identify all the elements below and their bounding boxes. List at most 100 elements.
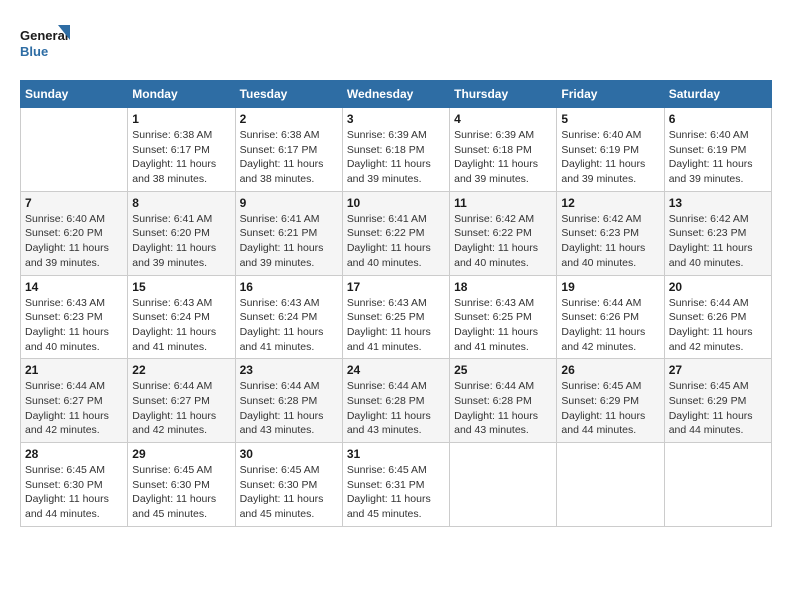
calendar-cell: 11Sunrise: 6:42 AMSunset: 6:22 PMDayligh… — [450, 191, 557, 275]
weekday-header-wednesday: Wednesday — [342, 81, 449, 108]
calendar-cell — [21, 108, 128, 192]
day-info: Sunrise: 6:41 AMSunset: 6:20 PMDaylight:… — [132, 212, 230, 271]
day-info: Sunrise: 6:45 AMSunset: 6:30 PMDaylight:… — [25, 463, 123, 522]
day-info: Sunrise: 6:45 AMSunset: 6:29 PMDaylight:… — [561, 379, 659, 438]
day-info: Sunrise: 6:41 AMSunset: 6:21 PMDaylight:… — [240, 212, 338, 271]
day-info: Sunrise: 6:43 AMSunset: 6:24 PMDaylight:… — [132, 296, 230, 355]
day-number: 21 — [25, 363, 123, 377]
day-number: 8 — [132, 196, 230, 210]
calendar-cell: 10 Sunrise: 6:41 AMSunset: 6:22 PMDayligh… — [342, 191, 449, 275]
day-info: Sunrise: 6:43 AMSunset: 6:25 PMDaylight:… — [347, 296, 445, 355]
calendar-week-0: 1 Sunrise: 6:38 AMSunset: 6:17 PMDaylight… — [21, 108, 772, 192]
day-number: 28 — [25, 447, 123, 461]
day-info: Sunrise: 6:41 AMSunset: 6:22 PMDaylight:… — [347, 212, 445, 271]
day-info: Sunrise: 6:44 AMSunset: 6:28 PMDaylight:… — [454, 379, 552, 438]
calendar-body: 1 Sunrise: 6:38 AMSunset: 6:17 PMDaylight… — [21, 108, 772, 527]
day-info: Sunrise: 6:42 AMSunset: 6:23 PMDaylight:… — [669, 212, 767, 271]
day-info: Sunrise: 6:44 AMSunset: 6:26 PMDaylight:… — [669, 296, 767, 355]
day-number: 18 — [454, 280, 552, 294]
day-number: 15 — [132, 280, 230, 294]
logo: GeneralBlue — [20, 20, 70, 70]
svg-text:General: General — [20, 28, 68, 43]
day-number: 14 — [25, 280, 123, 294]
day-info: Sunrise: 6:45 AMSunset: 6:30 PMDaylight:… — [240, 463, 338, 522]
calendar-cell: 8 Sunrise: 6:41 AMSunset: 6:20 PMDaylight… — [128, 191, 235, 275]
day-number: 26 — [561, 363, 659, 377]
calendar-cell: 4 Sunrise: 6:39 AMSunset: 6:18 PMDaylight… — [450, 108, 557, 192]
calendar-cell: 15 Sunrise: 6:43 AMSunset: 6:24 PMDayligh… — [128, 275, 235, 359]
calendar-cell — [450, 443, 557, 527]
calendar-cell — [557, 443, 664, 527]
calendar-cell: 6 Sunrise: 6:40 AMSunset: 6:19 PMDaylight… — [664, 108, 771, 192]
day-info: Sunrise: 6:42 AMSunset: 6:23 PMDaylight:… — [561, 212, 659, 271]
day-number: 16 — [240, 280, 338, 294]
day-number: 23 — [240, 363, 338, 377]
calendar-cell: 19 Sunrise: 6:44 AMSunset: 6:26 PMDayligh… — [557, 275, 664, 359]
calendar-cell: 24 Sunrise: 6:44 AMSunset: 6:28 PMDayligh… — [342, 359, 449, 443]
calendar-cell: 16 Sunrise: 6:43 AMSunset: 6:24 PMDayligh… — [235, 275, 342, 359]
day-number: 5 — [561, 112, 659, 126]
day-number: 2 — [240, 112, 338, 126]
calendar-cell: 1 Sunrise: 6:38 AMSunset: 6:17 PMDaylight… — [128, 108, 235, 192]
day-info: Sunrise: 6:43 AMSunset: 6:24 PMDaylight:… — [240, 296, 338, 355]
calendar-cell: 17 Sunrise: 6:43 AMSunset: 6:25 PMDayligh… — [342, 275, 449, 359]
day-number: 25 — [454, 363, 552, 377]
day-number: 4 — [454, 112, 552, 126]
weekday-header-thursday: Thursday — [450, 81, 557, 108]
day-number: 24 — [347, 363, 445, 377]
day-info: Sunrise: 6:40 AMSunset: 6:19 PMDaylight:… — [669, 128, 767, 187]
day-info: Sunrise: 6:38 AMSunset: 6:17 PMDaylight:… — [132, 128, 230, 187]
calendar-cell: 29 Sunrise: 6:45 AMSunset: 6:30 PMDayligh… — [128, 443, 235, 527]
calendar-cell: 20 Sunrise: 6:44 AMSunset: 6:26 PMDayligh… — [664, 275, 771, 359]
day-number: 31 — [347, 447, 445, 461]
calendar-cell: 25 Sunrise: 6:44 AMSunset: 6:28 PMDayligh… — [450, 359, 557, 443]
weekday-header-tuesday: Tuesday — [235, 81, 342, 108]
weekday-header-sunday: Sunday — [21, 81, 128, 108]
day-info: Sunrise: 6:44 AMSunset: 6:26 PMDaylight:… — [561, 296, 659, 355]
day-number: 6 — [669, 112, 767, 126]
day-info: Sunrise: 6:43 AMSunset: 6:23 PMDaylight:… — [25, 296, 123, 355]
day-number: 12 — [561, 196, 659, 210]
day-number: 1 — [132, 112, 230, 126]
day-number: 30 — [240, 447, 338, 461]
page-header: GeneralBlue — [20, 20, 772, 70]
day-number: 10 — [347, 196, 445, 210]
logo-svg: GeneralBlue — [20, 20, 70, 70]
day-number: 29 — [132, 447, 230, 461]
day-info: Sunrise: 6:39 AMSunset: 6:18 PMDaylight:… — [454, 128, 552, 187]
day-number: 17 — [347, 280, 445, 294]
calendar-cell: 31Sunrise: 6:45 AMSunset: 6:31 PMDayligh… — [342, 443, 449, 527]
calendar-week-1: 7 Sunrise: 6:40 AMSunset: 6:20 PMDaylight… — [21, 191, 772, 275]
calendar-cell: 7 Sunrise: 6:40 AMSunset: 6:20 PMDaylight… — [21, 191, 128, 275]
calendar-cell: 13Sunrise: 6:42 AMSunset: 6:23 PMDayligh… — [664, 191, 771, 275]
day-number: 3 — [347, 112, 445, 126]
day-number: 22 — [132, 363, 230, 377]
calendar-cell: 22Sunrise: 6:44 AMSunset: 6:27 PMDayligh… — [128, 359, 235, 443]
calendar-cell: 26 Sunrise: 6:45 AMSunset: 6:29 PMDayligh… — [557, 359, 664, 443]
calendar-cell: 3 Sunrise: 6:39 AMSunset: 6:18 PMDaylight… — [342, 108, 449, 192]
calendar-cell: 27 Sunrise: 6:45 AMSunset: 6:29 PMDayligh… — [664, 359, 771, 443]
day-number: 27 — [669, 363, 767, 377]
calendar-cell: 5Sunrise: 6:40 AMSunset: 6:19 PMDaylight… — [557, 108, 664, 192]
calendar-cell: 9Sunrise: 6:41 AMSunset: 6:21 PMDaylight… — [235, 191, 342, 275]
day-number: 7 — [25, 196, 123, 210]
day-number: 20 — [669, 280, 767, 294]
calendar-cell: 12 Sunrise: 6:42 AMSunset: 6:23 PMDayligh… — [557, 191, 664, 275]
day-number: 11 — [454, 196, 552, 210]
calendar-cell: 21 Sunrise: 6:44 AMSunset: 6:27 PMDayligh… — [21, 359, 128, 443]
calendar-cell: 28 Sunrise: 6:45 AMSunset: 6:30 PMDayligh… — [21, 443, 128, 527]
day-info: Sunrise: 6:44 AMSunset: 6:27 PMDaylight:… — [25, 379, 123, 438]
calendar-week-4: 28 Sunrise: 6:45 AMSunset: 6:30 PMDayligh… — [21, 443, 772, 527]
day-info: Sunrise: 6:45 AMSunset: 6:30 PMDaylight:… — [132, 463, 230, 522]
day-info: Sunrise: 6:43 AMSunset: 6:25 PMDaylight:… — [454, 296, 552, 355]
day-info: Sunrise: 6:38 AMSunset: 6:17 PMDaylight:… — [240, 128, 338, 187]
day-info: Sunrise: 6:39 AMSunset: 6:18 PMDaylight:… — [347, 128, 445, 187]
day-info: Sunrise: 6:40 AMSunset: 6:20 PMDaylight:… — [25, 212, 123, 271]
calendar-cell: 14 Sunrise: 6:43 AMSunset: 6:23 PMDayligh… — [21, 275, 128, 359]
svg-text:Blue: Blue — [20, 44, 48, 59]
calendar-table: SundayMondayTuesdayWednesdayThursdayFrid… — [20, 80, 772, 527]
day-number: 19 — [561, 280, 659, 294]
weekday-header-row: SundayMondayTuesdayWednesdayThursdayFrid… — [21, 81, 772, 108]
day-info: Sunrise: 6:44 AMSunset: 6:28 PMDaylight:… — [347, 379, 445, 438]
day-info: Sunrise: 6:45 AMSunset: 6:29 PMDaylight:… — [669, 379, 767, 438]
